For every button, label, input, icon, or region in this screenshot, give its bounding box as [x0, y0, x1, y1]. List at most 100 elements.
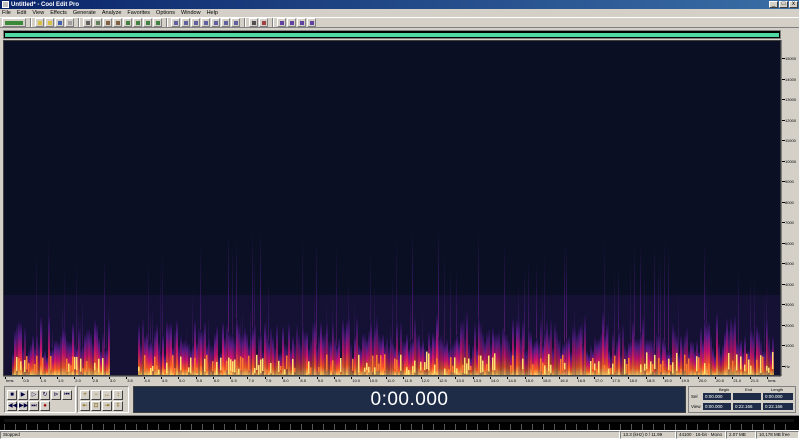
menu-generate[interactable]: Generate	[73, 10, 96, 16]
minimize-button[interactable]: _	[769, 1, 778, 8]
spectral-view-icon[interactable]	[259, 18, 268, 27]
go-to-end-button[interactable]: ⏭	[29, 401, 39, 411]
trim-icon[interactable]	[133, 18, 142, 27]
mix-paste-icon[interactable]	[123, 18, 132, 27]
select-all-icon[interactable]	[171, 18, 180, 27]
view-begin-field[interactable]: 0:00.000	[703, 403, 731, 410]
menu-help[interactable]: Help	[207, 10, 218, 16]
spectral-energy	[238, 325, 240, 375]
spectral-peak	[454, 357, 456, 374]
pitch-icon[interactable]	[297, 18, 306, 27]
scrub-icon[interactable]	[221, 18, 230, 27]
lasso-icon[interactable]	[201, 18, 210, 27]
menu-window[interactable]: Window	[181, 10, 201, 16]
spectral-energy	[432, 332, 434, 375]
spectral-peak	[470, 365, 472, 371]
menu-effects[interactable]: Effects	[50, 10, 67, 16]
spectral-peak	[624, 359, 626, 375]
spectrogram-canvas[interactable]	[4, 41, 780, 375]
spectral-energy	[300, 343, 302, 375]
spectral-peak	[144, 355, 146, 372]
rewind-button[interactable]: ◀◀	[7, 401, 17, 411]
sel-end-field[interactable]	[733, 393, 761, 400]
spectral-energy	[506, 333, 508, 375]
cut-icon[interactable]	[83, 18, 92, 27]
snap-icon[interactable]	[231, 18, 240, 27]
zoom-to-right-icon[interactable]: ⇥	[102, 401, 112, 411]
zoom-out-vertical-icon[interactable]: ⇳	[113, 401, 123, 411]
frequency-label: 11000	[785, 138, 796, 144]
spectral-energy	[556, 330, 558, 375]
save-file-icon[interactable]	[55, 18, 64, 27]
play-to-end-button[interactable]: ▷	[29, 390, 39, 400]
spectral-peak	[194, 357, 196, 371]
end-header: End	[745, 387, 753, 392]
close-button[interactable]: x	[789, 1, 798, 8]
waveform-view-icon[interactable]	[249, 18, 258, 27]
zoom-in-vertical-icon[interactable]: ↕	[113, 390, 123, 400]
spectral-peak	[188, 367, 190, 373]
menu-edit[interactable]: Edit	[17, 10, 26, 16]
properties-icon[interactable]	[307, 18, 316, 27]
cd-burn-icon[interactable]	[277, 18, 286, 27]
spectral-peak	[452, 365, 454, 373]
loop-icon[interactable]	[287, 18, 296, 27]
zoom-out-horizontal-icon[interactable]: −	[91, 390, 101, 400]
status-sample: 13.3 (kHz) 0 / 11.99	[620, 431, 676, 439]
time-ruler[interactable]: hms 0.5 1.0 1.5 2.0 2.5 3.0 3.5 4.0 4.5 5.0 5.5 6.0 6…	[3, 376, 781, 383]
time-label: 11.5	[404, 378, 412, 383]
spectral-energy	[474, 324, 476, 375]
spectral-energy	[674, 329, 676, 375]
marquee-icon[interactable]	[191, 18, 200, 27]
spot-healing-icon[interactable]	[211, 18, 220, 27]
menu-file[interactable]: File	[2, 10, 11, 16]
spectral-energy	[616, 340, 618, 375]
time-label: 10.5	[369, 378, 378, 383]
undo-icon[interactable]	[143, 18, 152, 27]
record-button[interactable]: ●	[40, 401, 50, 411]
copy-icon[interactable]	[93, 18, 102, 27]
go-to-start-button[interactable]: ⏮	[62, 390, 72, 400]
time-label: 3.5	[127, 378, 133, 383]
time-label: 21.5	[750, 378, 759, 383]
view-end-field[interactable]: 0:22.166	[733, 403, 761, 410]
spectral-energy	[30, 344, 32, 375]
open-file-icon[interactable]	[45, 18, 54, 27]
time-selection-icon[interactable]	[181, 18, 190, 27]
play-looped-button[interactable]: ↻	[40, 390, 50, 400]
play-from-cursor-button[interactable]: ⊳	[51, 390, 61, 400]
paste-new-icon[interactable]	[113, 18, 122, 27]
spectral-peak	[486, 364, 488, 372]
menu-options[interactable]: Options	[156, 10, 175, 16]
multitrack-view-icon[interactable]	[2, 18, 26, 27]
spectral-energy	[446, 339, 448, 375]
stop-button[interactable]: ■	[7, 390, 17, 400]
time-label: 18.5	[646, 378, 655, 383]
zoom-out-full-icon[interactable]: ↔	[102, 390, 112, 400]
redo-icon[interactable]	[153, 18, 162, 27]
menu-analyze[interactable]: Analyze	[102, 10, 122, 16]
new-file-icon[interactable]	[35, 18, 44, 27]
spectral-peak	[672, 362, 674, 374]
close-file-icon[interactable]	[65, 18, 74, 27]
spectral-energy	[224, 338, 226, 375]
spectral-peak	[152, 365, 154, 372]
zoom-in-horizontal-icon[interactable]: +	[80, 390, 90, 400]
view-length-field[interactable]: 0:22.166	[763, 403, 793, 410]
zoom-to-left-icon[interactable]: ⇤	[80, 401, 90, 411]
overview-visible-range[interactable]	[5, 33, 779, 37]
menu-view[interactable]: View	[32, 10, 44, 16]
maximize-button[interactable]: □	[779, 1, 788, 8]
zoom-selection-icon[interactable]: ⊡	[91, 401, 101, 411]
fast-forward-button[interactable]: ▶▶	[18, 401, 28, 411]
waveform-overview[interactable]	[3, 30, 781, 39]
menu-favorites[interactable]: Favorites	[127, 10, 150, 16]
paste-icon[interactable]	[103, 18, 112, 27]
sel-length-field[interactable]: 0:00.000	[763, 393, 793, 400]
spectral-peak	[234, 359, 236, 373]
spectral-energy	[720, 353, 722, 375]
spectral-view[interactable]	[3, 40, 781, 376]
play-button[interactable]: ▶	[18, 390, 28, 400]
spectral-energy	[764, 349, 766, 375]
sel-begin-field[interactable]: 0:00.000	[703, 393, 731, 400]
